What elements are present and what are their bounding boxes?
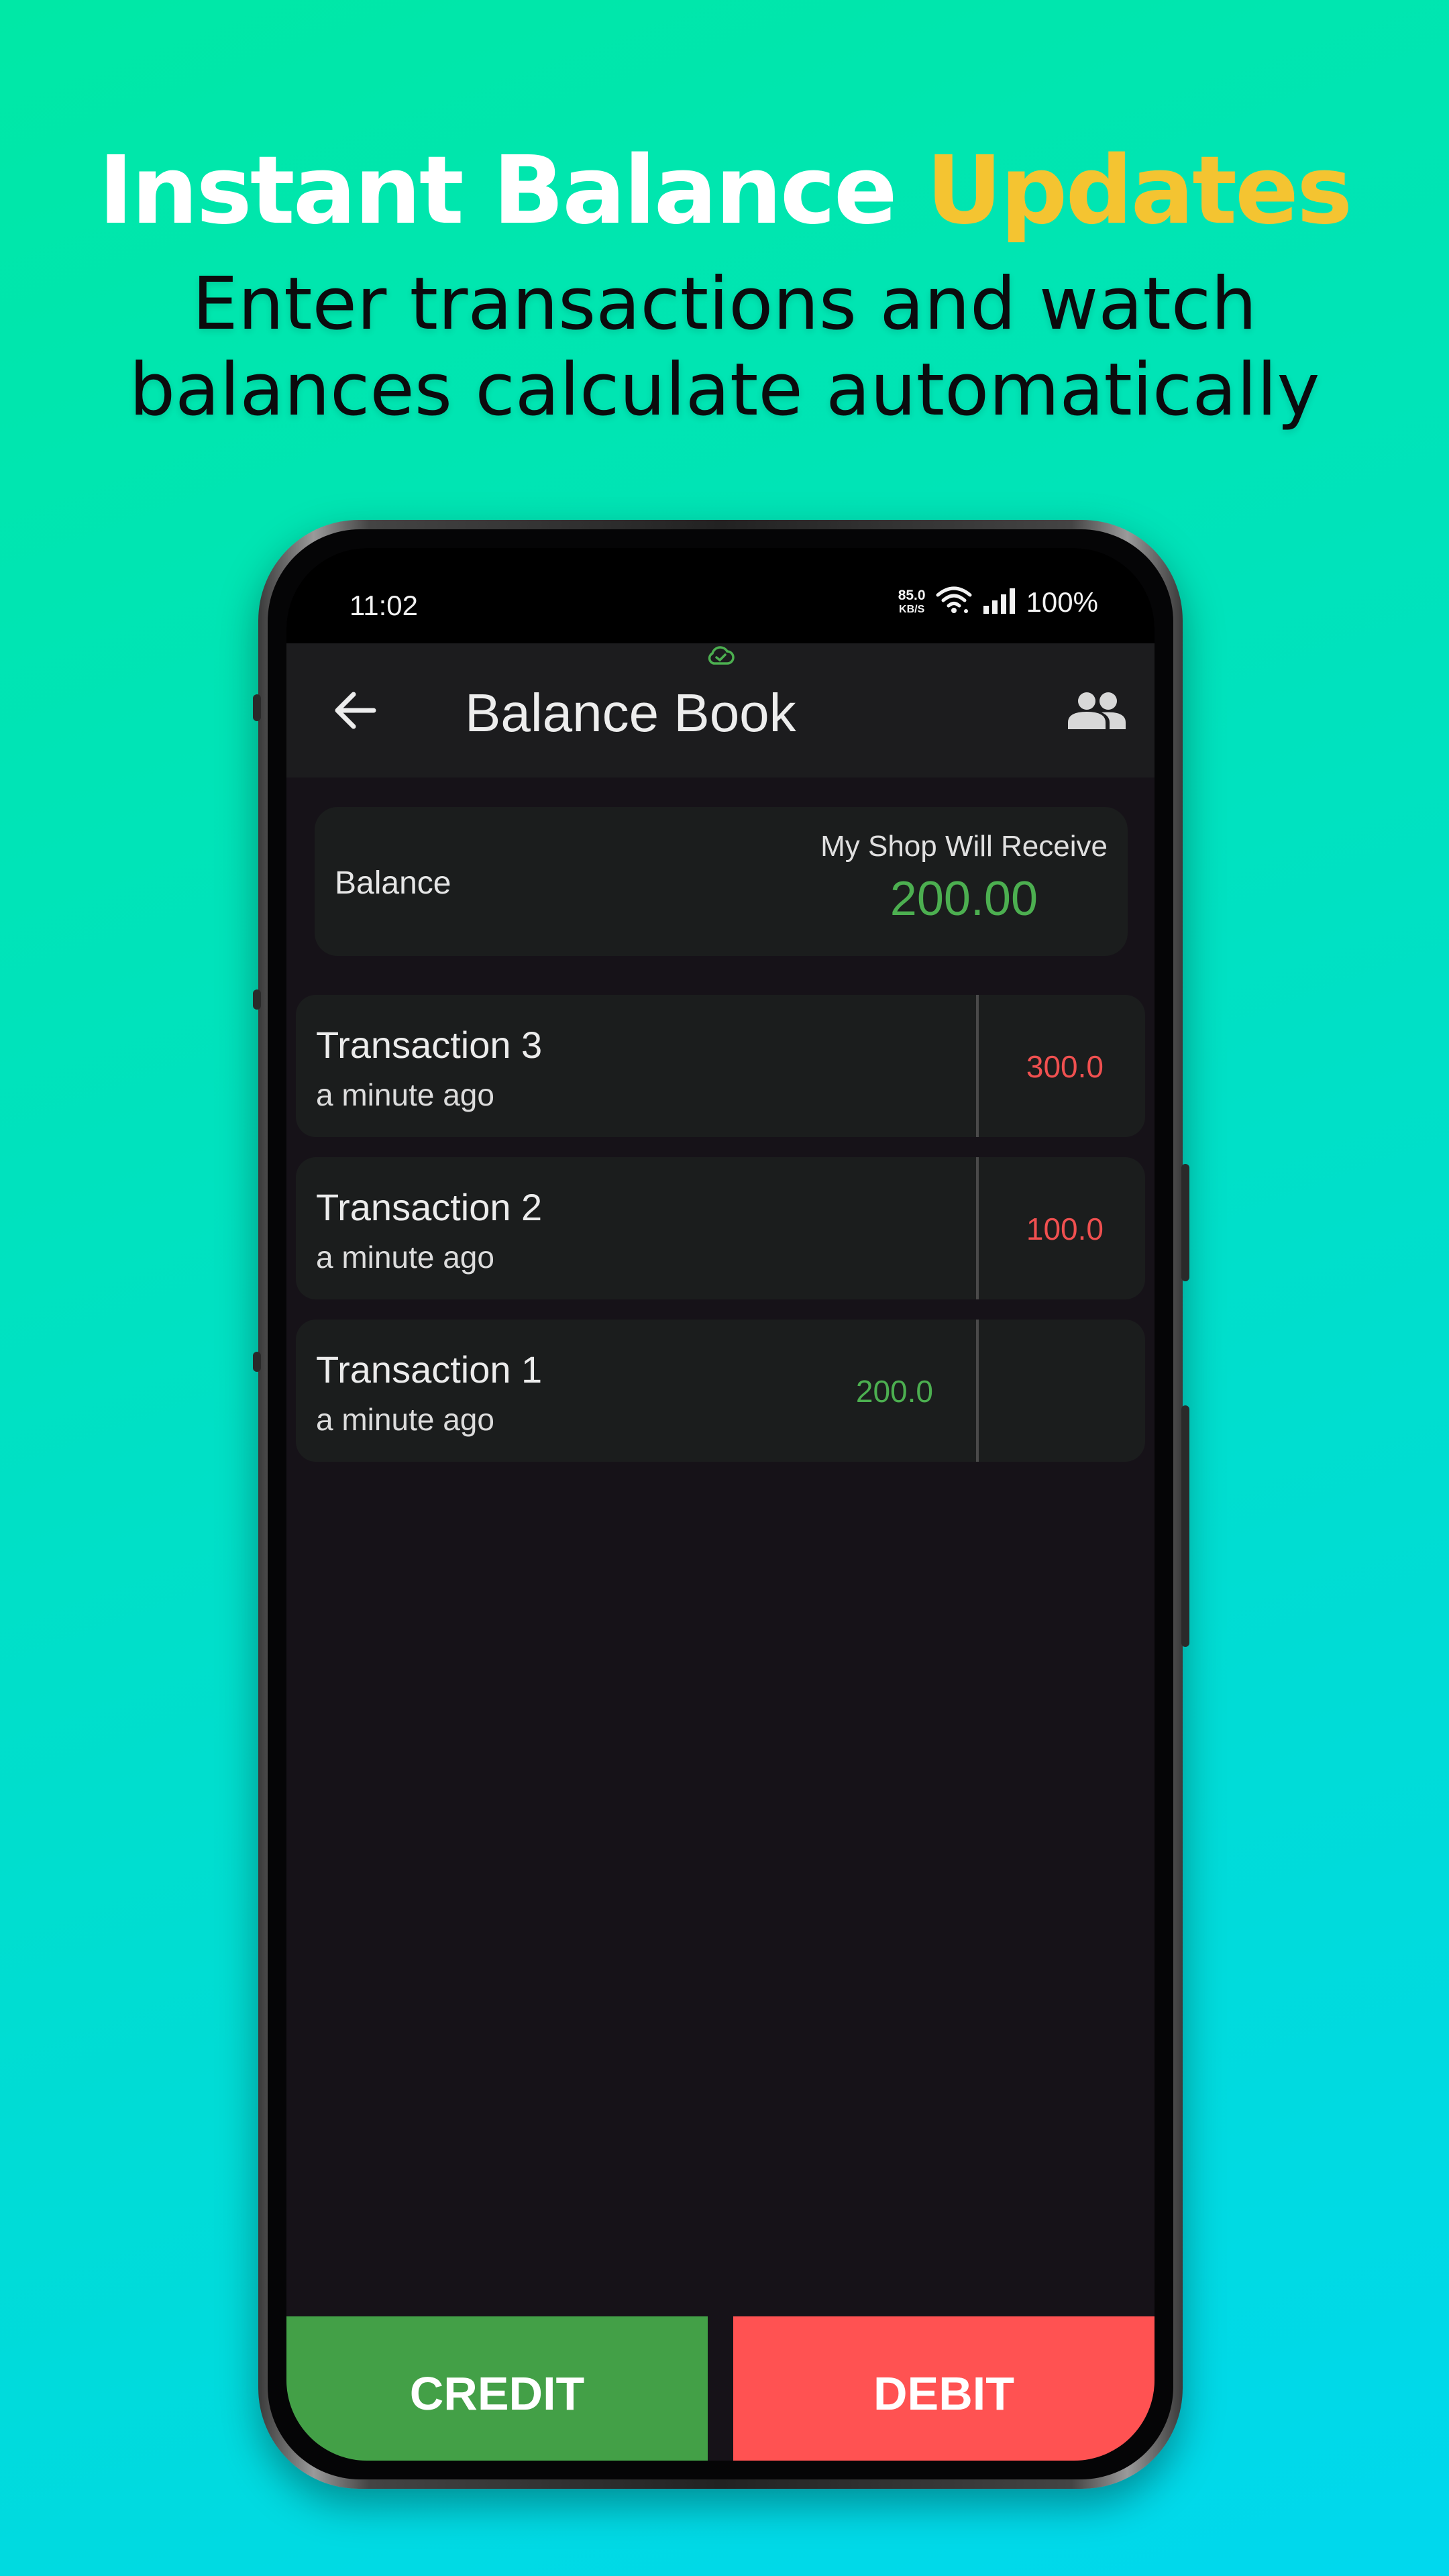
transaction-row[interactable]: Transaction 2 a minute ago 100.0 xyxy=(296,1157,1145,1299)
page-title: Balance Book xyxy=(465,683,796,743)
promo-subtitle-line-2: balances calculate automatically xyxy=(129,348,1320,432)
debit-button[interactable]: DEBIT xyxy=(733,2316,1155,2461)
balance-amount: 200.00 xyxy=(890,872,1038,926)
status-bar: 11:02 85.0 KB/S 100% xyxy=(286,548,1155,643)
network-speed: 85.0 KB/S xyxy=(898,588,926,616)
side-notch xyxy=(253,989,261,1010)
volume-button xyxy=(1181,1164,1189,1281)
phone-frame: 11:02 85.0 KB/S 100% Balance Book Balanc… xyxy=(253,520,1189,2489)
transaction-list: Transaction 3 a minute ago 300.0 Transac… xyxy=(296,995,1145,1482)
transaction-time: a minute ago xyxy=(316,1077,494,1112)
side-notch xyxy=(253,694,261,721)
transaction-debit-amount: 300.0 xyxy=(1026,1049,1104,1084)
balance-label: Balance xyxy=(335,865,451,901)
promo-title-main: Instant Balance xyxy=(98,136,898,246)
signal-icon xyxy=(982,587,1017,617)
transaction-debit-amount: 100.0 xyxy=(1026,1212,1104,1246)
transaction-divider xyxy=(976,1157,979,1299)
arrow-left-icon xyxy=(333,690,376,734)
transaction-name: Transaction 1 xyxy=(316,1348,543,1391)
power-button xyxy=(1181,1405,1189,1647)
credit-button[interactable]: CREDIT xyxy=(286,2316,708,2461)
network-speed-unit: KB/S xyxy=(899,603,925,615)
status-time: 11:02 xyxy=(350,590,418,621)
side-notch xyxy=(253,1352,261,1372)
transaction-divider xyxy=(976,1320,979,1462)
promo-subtitle-line-1: Enter transactions and watch xyxy=(192,262,1257,346)
app-bar: Balance Book xyxy=(286,643,1155,777)
people-button[interactable] xyxy=(1063,684,1130,740)
transaction-credit-amount: 200.0 xyxy=(855,1374,933,1409)
cloud-sync-icon xyxy=(706,646,735,669)
transaction-time: a minute ago xyxy=(316,1240,494,1275)
transaction-name: Transaction 3 xyxy=(316,1024,543,1066)
status-indicators: 85.0 KB/S 100% xyxy=(898,586,1098,619)
bottom-actions: CREDIT DEBIT xyxy=(286,2316,1155,2461)
promo-subtitle: Enter transactions and watch balances ca… xyxy=(0,262,1449,433)
battery-percentage: 100% xyxy=(1026,586,1098,618)
transaction-row[interactable]: Transaction 3 a minute ago 300.0 xyxy=(296,995,1145,1137)
transaction-name: Transaction 2 xyxy=(316,1186,543,1228)
network-speed-value: 85.0 xyxy=(898,587,926,603)
back-button[interactable] xyxy=(327,684,383,740)
people-icon xyxy=(1067,690,1127,734)
promo-title-accent: Updates xyxy=(926,136,1353,246)
balance-caption: My Shop Will Receive xyxy=(820,830,1108,863)
promo-header: Instant Balance Updates Enter transactio… xyxy=(0,134,1449,433)
balance-card: Balance My Shop Will Receive 200.00 xyxy=(315,807,1128,956)
transaction-divider xyxy=(976,995,979,1137)
transaction-row[interactable]: Transaction 1 a minute ago 200.0 xyxy=(296,1320,1145,1462)
promo-title: Instant Balance Updates xyxy=(0,134,1449,248)
wifi-icon xyxy=(935,586,973,619)
phone-screen: 11:02 85.0 KB/S 100% Balance Book Balanc… xyxy=(286,548,1155,2461)
transaction-time: a minute ago xyxy=(316,1402,494,1437)
